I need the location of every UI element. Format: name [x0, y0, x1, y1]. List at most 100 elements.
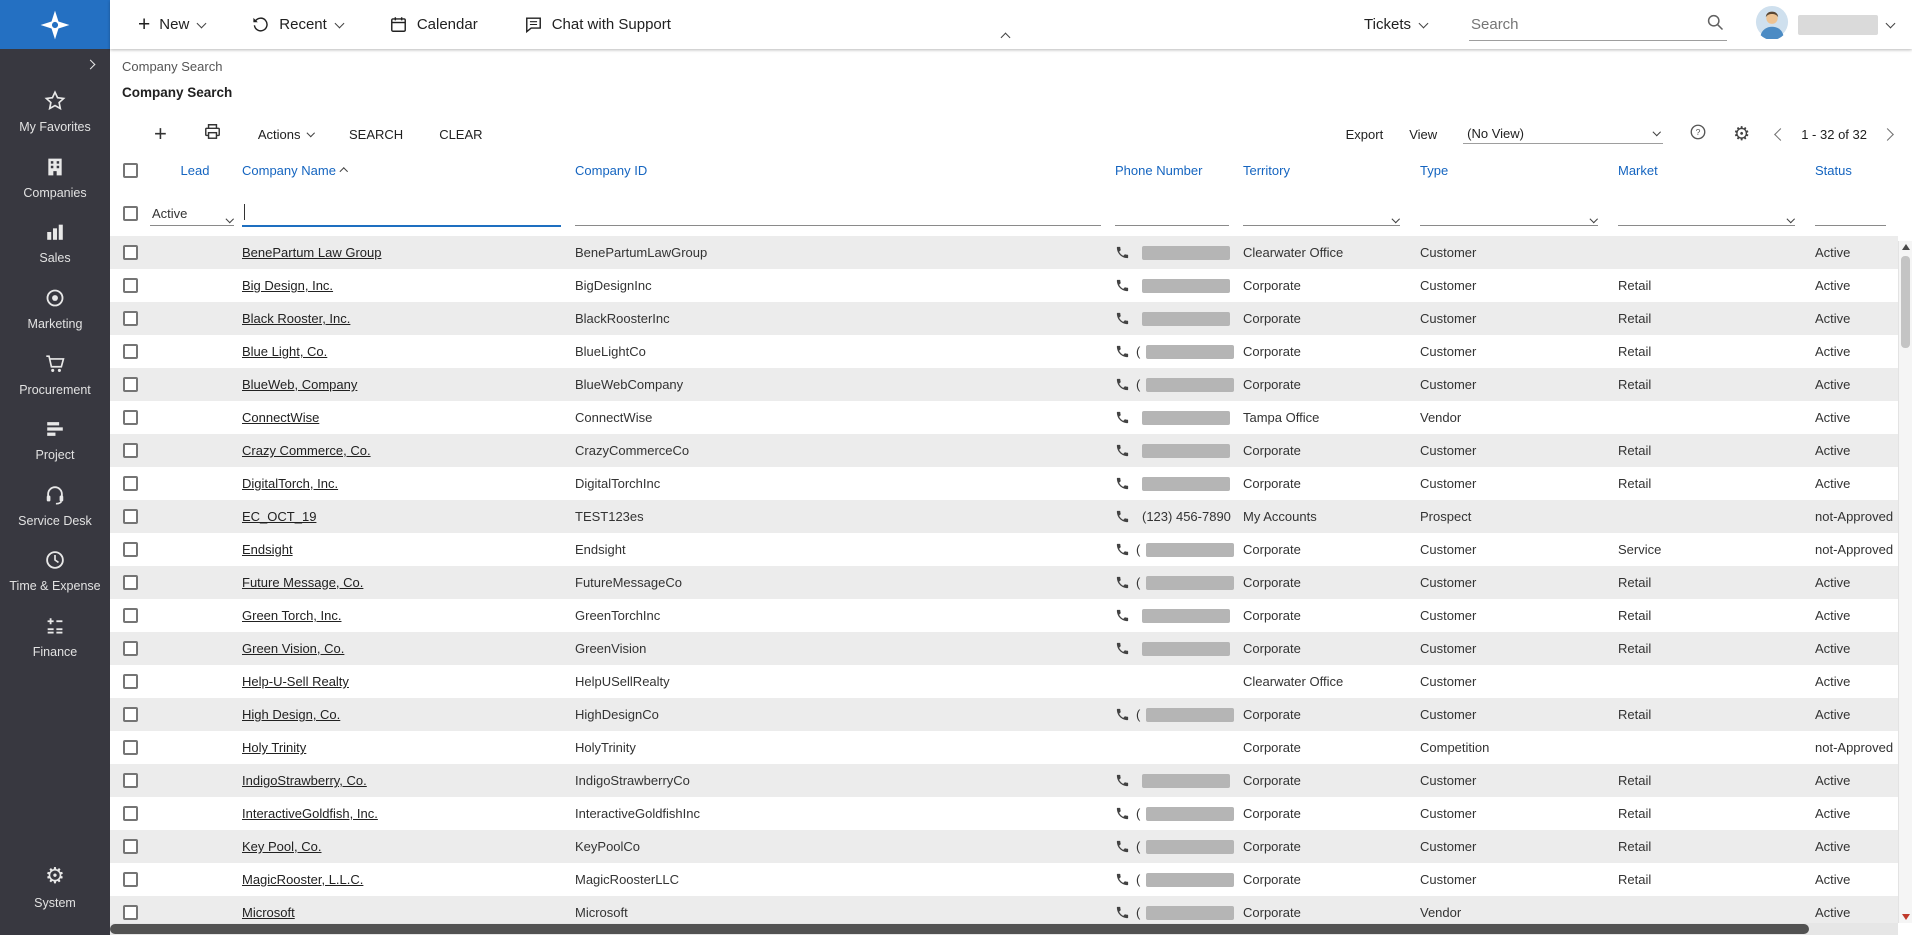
row-checkbox[interactable] — [123, 377, 138, 392]
company-name-link[interactable]: Green Vision, Co. — [242, 641, 344, 656]
new-menu-button[interactable]: + New — [138, 14, 205, 35]
company-name-link[interactable]: Help-U-Sell Realty — [242, 674, 349, 689]
row-checkbox[interactable] — [123, 641, 138, 656]
search-button[interactable]: SEARCH — [349, 127, 403, 142]
column-header-lead[interactable]: Lead — [148, 163, 240, 178]
market-filter-dropdown[interactable] — [1618, 200, 1795, 226]
column-header-territory[interactable]: Territory — [1241, 163, 1418, 178]
company-name-link[interactable]: Endsight — [242, 542, 293, 557]
company-name-filter-input[interactable] — [245, 205, 561, 220]
print-button[interactable] — [203, 122, 222, 146]
table-row[interactable]: Green Torch, Inc. GreenTorchInc Corporat… — [110, 599, 1898, 632]
column-header-company-id[interactable]: Company ID — [573, 163, 1113, 178]
table-row[interactable]: InteractiveGoldfish, Inc. InteractiveGol… — [110, 797, 1898, 830]
company-name-link[interactable]: Big Design, Inc. — [242, 278, 333, 293]
row-checkbox[interactable] — [123, 674, 138, 689]
row-checkbox[interactable] — [123, 905, 138, 920]
column-header-status[interactable]: Status — [1813, 163, 1898, 178]
row-checkbox[interactable] — [123, 575, 138, 590]
table-row[interactable]: MagicRooster, L.L.C. MagicRoosterLLC ( C… — [110, 863, 1898, 896]
company-name-link[interactable]: InteractiveGoldfish, Inc. — [242, 806, 378, 821]
sidebar-item-my-favorites[interactable]: My Favorites — [0, 79, 110, 145]
table-row[interactable]: Crazy Commerce, Co. CrazyCommerceCo Corp… — [110, 434, 1898, 467]
scroll-up-arrow[interactable] — [1902, 244, 1910, 250]
export-button[interactable]: Export — [1346, 127, 1384, 142]
column-header-company-name[interactable]: Company Name — [240, 163, 573, 178]
table-row[interactable]: ConnectWise ConnectWise Tampa Office Ven… — [110, 401, 1898, 434]
row-checkbox[interactable] — [123, 410, 138, 425]
company-name-link[interactable]: Green Torch, Inc. — [242, 608, 341, 623]
status-filter-input[interactable] — [1815, 200, 1886, 226]
table-row[interactable]: BlueWeb, Company BlueWebCompany ( Corpor… — [110, 368, 1898, 401]
company-name-link[interactable]: Microsoft — [242, 905, 295, 920]
page-next-button[interactable] — [1881, 128, 1894, 141]
horizontal-scrollbar[interactable] — [110, 923, 1898, 935]
scroll-down-arrow[interactable] — [1902, 914, 1910, 920]
type-filter-dropdown[interactable] — [1420, 200, 1598, 226]
sidebar-item-marketing[interactable]: Marketing — [0, 276, 110, 342]
table-row[interactable]: Green Vision, Co. GreenVision Corporate … — [110, 632, 1898, 665]
breadcrumb-path[interactable]: Company Search — [122, 59, 1912, 74]
calendar-button[interactable]: Calendar — [389, 15, 478, 34]
company-name-link[interactable]: MagicRooster, L.L.C. — [242, 872, 363, 887]
table-row[interactable]: Black Rooster, Inc. BlackRoosterInc Corp… — [110, 302, 1898, 335]
row-checkbox[interactable] — [123, 542, 138, 557]
table-row[interactable]: Key Pool, Co. KeyPoolCo ( Corporate Cust… — [110, 830, 1898, 863]
company-name-link[interactable]: Black Rooster, Inc. — [242, 311, 350, 326]
row-checkbox[interactable] — [123, 806, 138, 821]
sidebar-item-finance[interactable]: Finance — [0, 604, 110, 670]
search-icon[interactable] — [1705, 12, 1725, 37]
phone-filter-input[interactable] — [1115, 200, 1229, 226]
row-checkbox[interactable] — [123, 872, 138, 887]
table-row[interactable]: Endsight Endsight ( Corporate Customer S… — [110, 533, 1898, 566]
view-dropdown[interactable]: (No View) — [1463, 124, 1663, 144]
company-name-link[interactable]: IndigoStrawberry, Co. — [242, 773, 367, 788]
company-name-link[interactable]: Blue Light, Co. — [242, 344, 327, 359]
clear-button[interactable]: CLEAR — [439, 127, 482, 142]
column-header-market[interactable]: Market — [1616, 163, 1813, 178]
row-checkbox[interactable] — [123, 443, 138, 458]
row-checkbox[interactable] — [123, 740, 138, 755]
row-checkbox[interactable] — [123, 476, 138, 491]
row-checkbox[interactable] — [123, 773, 138, 788]
territory-filter-dropdown[interactable] — [1243, 200, 1400, 226]
table-row[interactable]: Blue Light, Co. BlueLightCo ( Corporate … — [110, 335, 1898, 368]
sidebar-item-companies[interactable]: Companies — [0, 145, 110, 211]
page-previous-button[interactable] — [1774, 128, 1787, 141]
table-row[interactable]: DigitalTorch, Inc. DigitalTorchInc Corpo… — [110, 467, 1898, 500]
user-menu[interactable] — [1755, 5, 1894, 44]
sidebar-item-procurement[interactable]: Procurement — [0, 342, 110, 408]
row-checkbox[interactable] — [123, 311, 138, 326]
company-name-link[interactable]: ConnectWise — [242, 410, 319, 425]
company-name-link[interactable]: High Design, Co. — [242, 707, 340, 722]
company-name-link[interactable]: EC_OCT_19 — [242, 509, 316, 524]
table-row[interactable]: Help-U-Sell Realty HelpUSellRealty Clear… — [110, 665, 1898, 698]
company-id-filter-input[interactable] — [575, 200, 1101, 226]
table-row[interactable]: Holy Trinity HolyTrinity Corporate Compe… — [110, 731, 1898, 764]
column-header-phone[interactable]: Phone Number — [1113, 163, 1241, 178]
row-checkbox[interactable] — [123, 839, 138, 854]
sidebar-item-time-expense[interactable]: Time & Expense — [0, 538, 110, 604]
vertical-scroll-thumb[interactable] — [1901, 256, 1910, 348]
company-name-link[interactable]: Crazy Commerce, Co. — [242, 443, 371, 458]
table-row[interactable]: BenePartum Law Group BenePartumLawGroup … — [110, 236, 1898, 269]
recent-menu-button[interactable]: Recent — [251, 15, 343, 34]
table-row[interactable]: High Design, Co. HighDesignCo ( Corporat… — [110, 698, 1898, 731]
column-header-type[interactable]: Type — [1418, 163, 1616, 178]
row-checkbox[interactable] — [123, 245, 138, 260]
company-name-link[interactable]: Future Message, Co. — [242, 575, 363, 590]
select-all-checkbox[interactable] — [123, 163, 138, 178]
company-name-link[interactable]: Holy Trinity — [242, 740, 306, 755]
connectwise-logo[interactable] — [0, 0, 110, 49]
vertical-scrollbar[interactable] — [1898, 241, 1912, 923]
sidebar-item-service-desk[interactable]: Service Desk — [0, 473, 110, 539]
tickets-menu-button[interactable]: Tickets — [1364, 16, 1427, 33]
sidebar-item-system[interactable]: ⚙ System — [0, 855, 110, 921]
company-name-link[interactable]: Key Pool, Co. — [242, 839, 322, 854]
company-name-link[interactable]: BenePartum Law Group — [242, 245, 381, 260]
help-button[interactable]: ? — [1689, 123, 1707, 146]
sidebar-item-sales[interactable]: Sales — [0, 210, 110, 276]
table-row[interactable]: Big Design, Inc. BigDesignInc Corporate … — [110, 269, 1898, 302]
row-checkbox[interactable] — [123, 344, 138, 359]
add-company-button[interactable]: + — [154, 123, 167, 145]
